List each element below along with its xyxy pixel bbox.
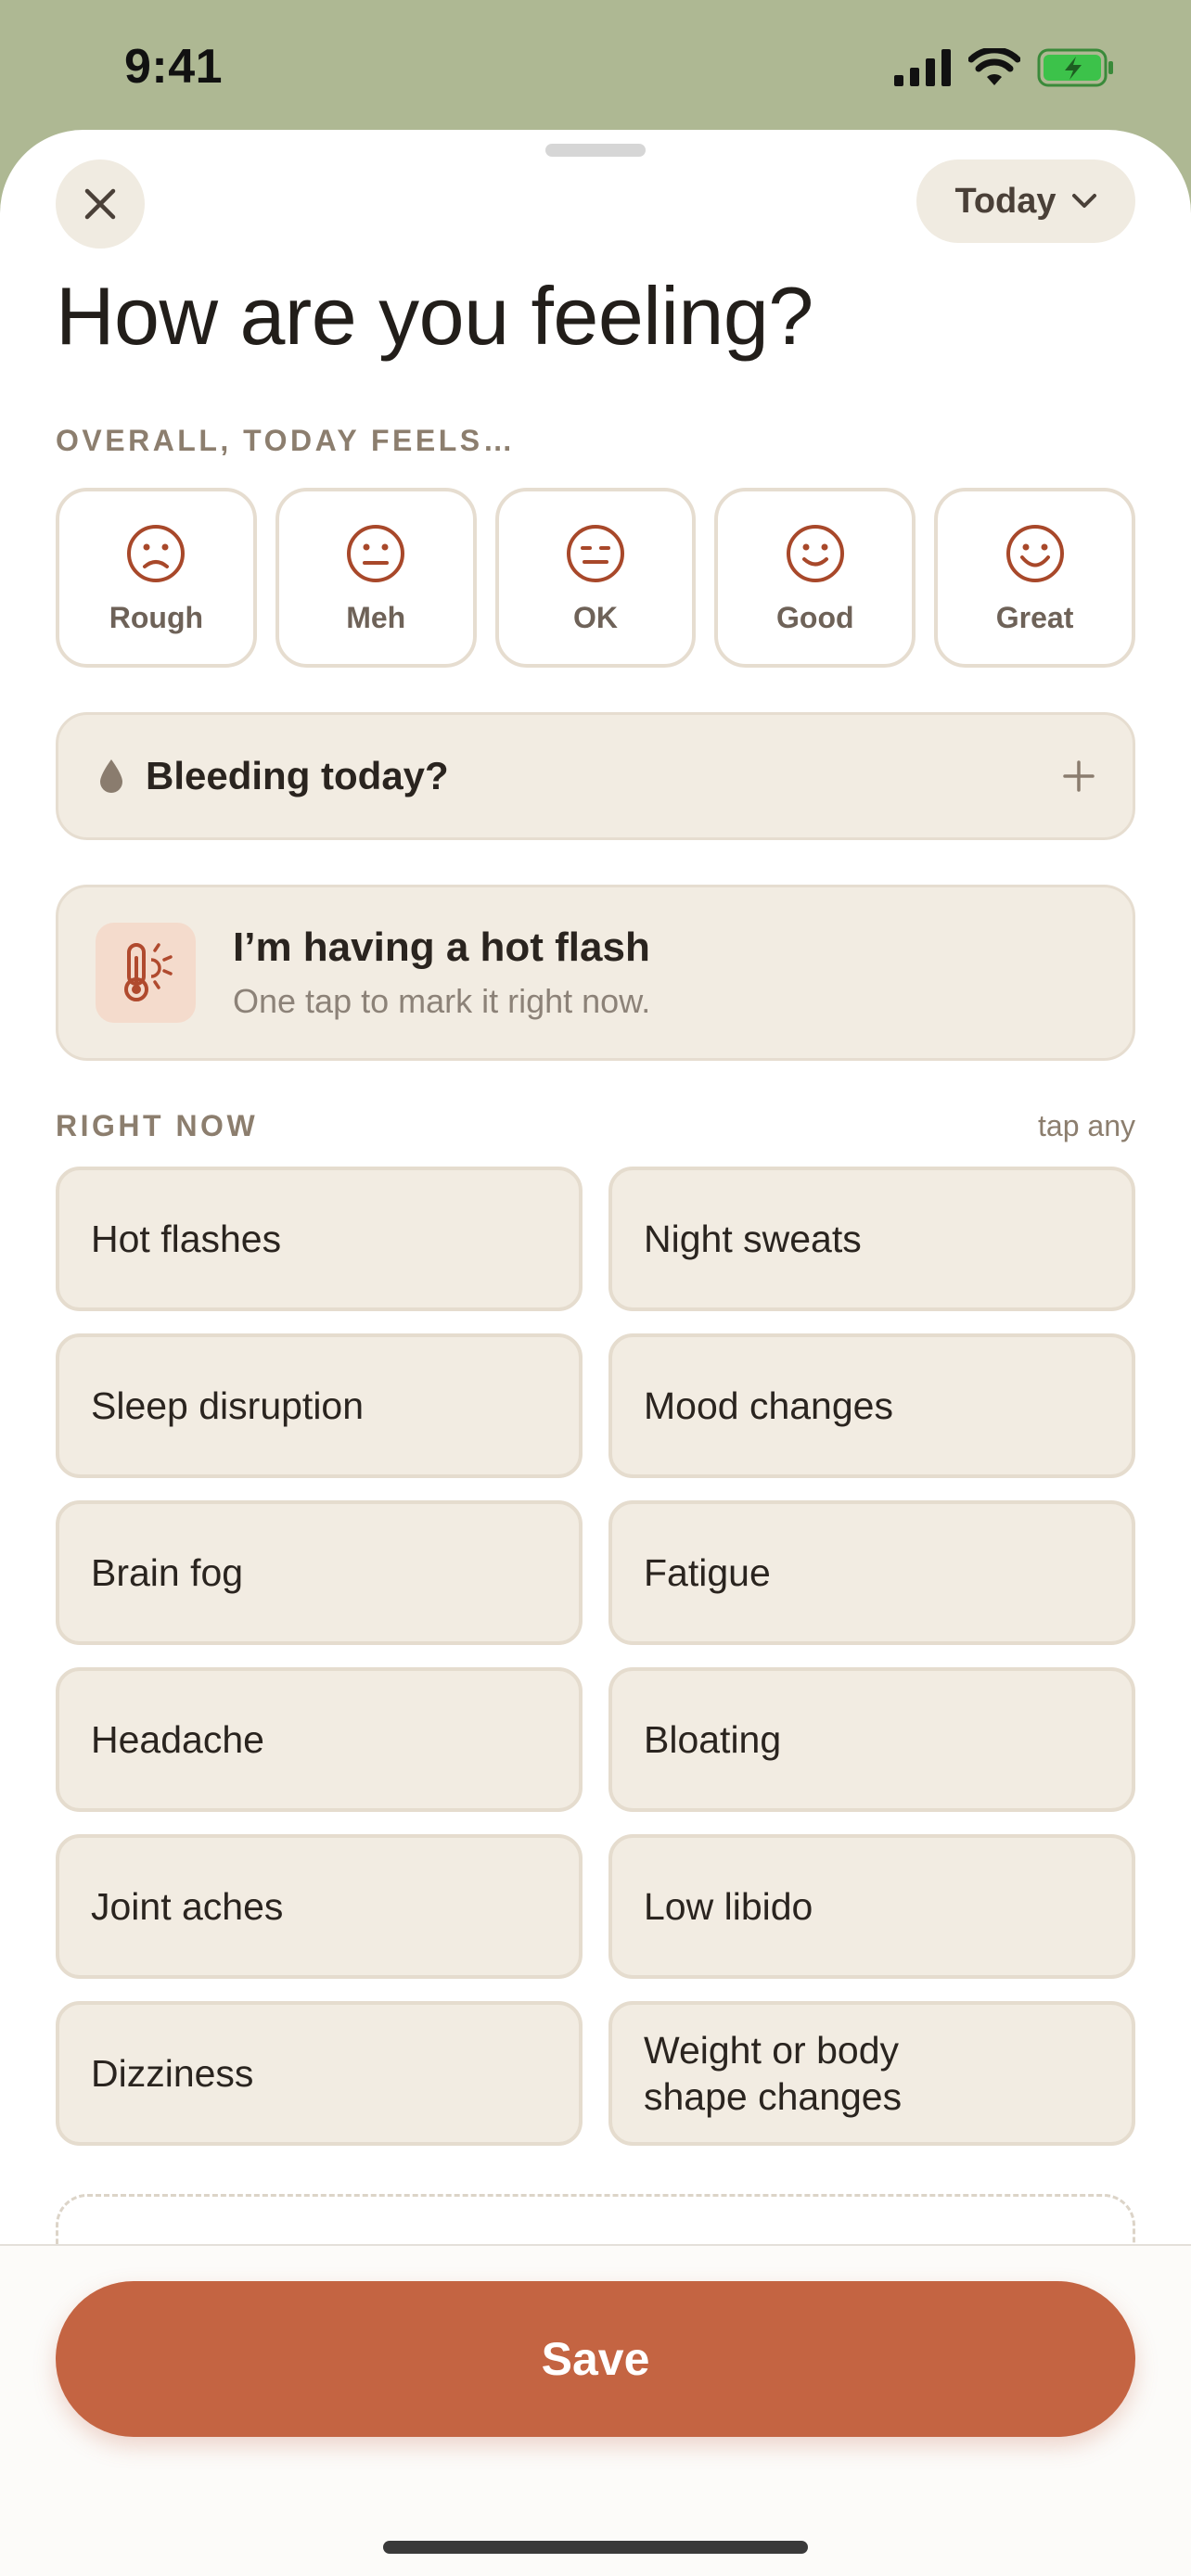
close-button[interactable] (56, 159, 145, 249)
right-now-hint: tap any (1038, 1109, 1135, 1142)
mood-label: Meh (346, 601, 406, 634)
status-bar: 9:41 (0, 0, 1191, 130)
status-time: 9:41 (124, 40, 224, 94)
wifi-icon (968, 48, 1020, 85)
date-selector-label: Today (954, 181, 1057, 221)
cellular-signal-icon (894, 49, 951, 86)
battery-charging-icon (1037, 48, 1113, 87)
sheet-grabber[interactable] (545, 144, 646, 157)
symptom-chip[interactable]: Brain fog (56, 1500, 583, 1645)
screen: 9:41 Today How are you feeling? OVERALL,… (0, 0, 1191, 2576)
mood-option-great[interactable]: Great (934, 488, 1135, 668)
home-indicator (383, 2541, 808, 2554)
plus-icon (1063, 760, 1095, 792)
smile-face-icon (786, 525, 844, 582)
mood-selector: Rough Meh OK Good Great (56, 488, 1135, 668)
mood-option-good[interactable]: Good (714, 488, 916, 668)
close-icon (84, 188, 116, 220)
mood-label: Great (995, 601, 1074, 634)
mood-option-rough[interactable]: Rough (56, 488, 257, 668)
hot-flash-quick-log[interactable]: I’m having a hot flash One tap to mark i… (56, 885, 1135, 1061)
bleeding-toggle[interactable]: Bleeding today? (56, 712, 1135, 840)
big-smile-face-icon (1005, 525, 1064, 582)
neutral-face-icon (347, 525, 405, 582)
mood-label: Good (776, 601, 854, 634)
overall-section-label: OVERALL, TODAY FEELS… (56, 424, 517, 457)
symptom-grid: Hot flashes Night sweats Sleep disruptio… (56, 1167, 1135, 2168)
status-icons (894, 45, 1115, 91)
hot-flash-subtitle: One tap to mark it right now. (233, 982, 651, 1020)
mood-option-meh[interactable]: Meh (275, 488, 477, 668)
mood-label: Rough (109, 601, 204, 634)
bottom-bar: Save (0, 2244, 1191, 2576)
bleeding-label: Bleeding today? (146, 754, 449, 797)
mood-option-ok[interactable]: OK (494, 488, 697, 668)
symptom-chip[interactable]: Joint aches (56, 1834, 583, 1979)
hot-flash-title: I’m having a hot flash (233, 925, 650, 970)
frown-face-icon (127, 525, 186, 582)
thermometer-sun-icon (124, 943, 173, 1001)
symptom-chip[interactable]: Sleep disruption (56, 1333, 583, 1478)
symptom-chip[interactable]: Fatigue (608, 1500, 1135, 1645)
hot-flash-text: I’m having a hot flash One tap to mark i… (233, 925, 650, 1021)
symptom-chip[interactable]: Dizziness (56, 2001, 583, 2146)
save-button[interactable]: Save (56, 2281, 1135, 2437)
page-title: How are you feeling? (56, 270, 813, 362)
date-selector-button[interactable]: Today (916, 159, 1135, 243)
symptom-chip[interactable]: Mood changes (608, 1333, 1135, 1478)
symptom-chip[interactable]: Low libido (608, 1834, 1135, 1979)
symptom-chip[interactable]: Bloating (608, 1667, 1135, 1812)
drop-icon (100, 759, 122, 793)
mood-label: OK (572, 601, 618, 634)
chevron-down-icon (1071, 194, 1096, 208)
symptom-chip[interactable]: Hot flashes (56, 1167, 583, 1311)
symptom-chip[interactable]: Night sweats (608, 1167, 1135, 1311)
symptom-chip[interactable]: Headache (56, 1667, 583, 1812)
log-sheet: Today How are you feeling? OVERALL, TODA… (0, 130, 1191, 2576)
symptom-chip[interactable]: Weight or body shape changes (608, 2001, 1135, 2146)
neutral-face-icon (566, 525, 624, 582)
hot-flash-icon-tile (96, 923, 196, 1023)
right-now-section-label: RIGHT NOW (56, 1109, 259, 1142)
